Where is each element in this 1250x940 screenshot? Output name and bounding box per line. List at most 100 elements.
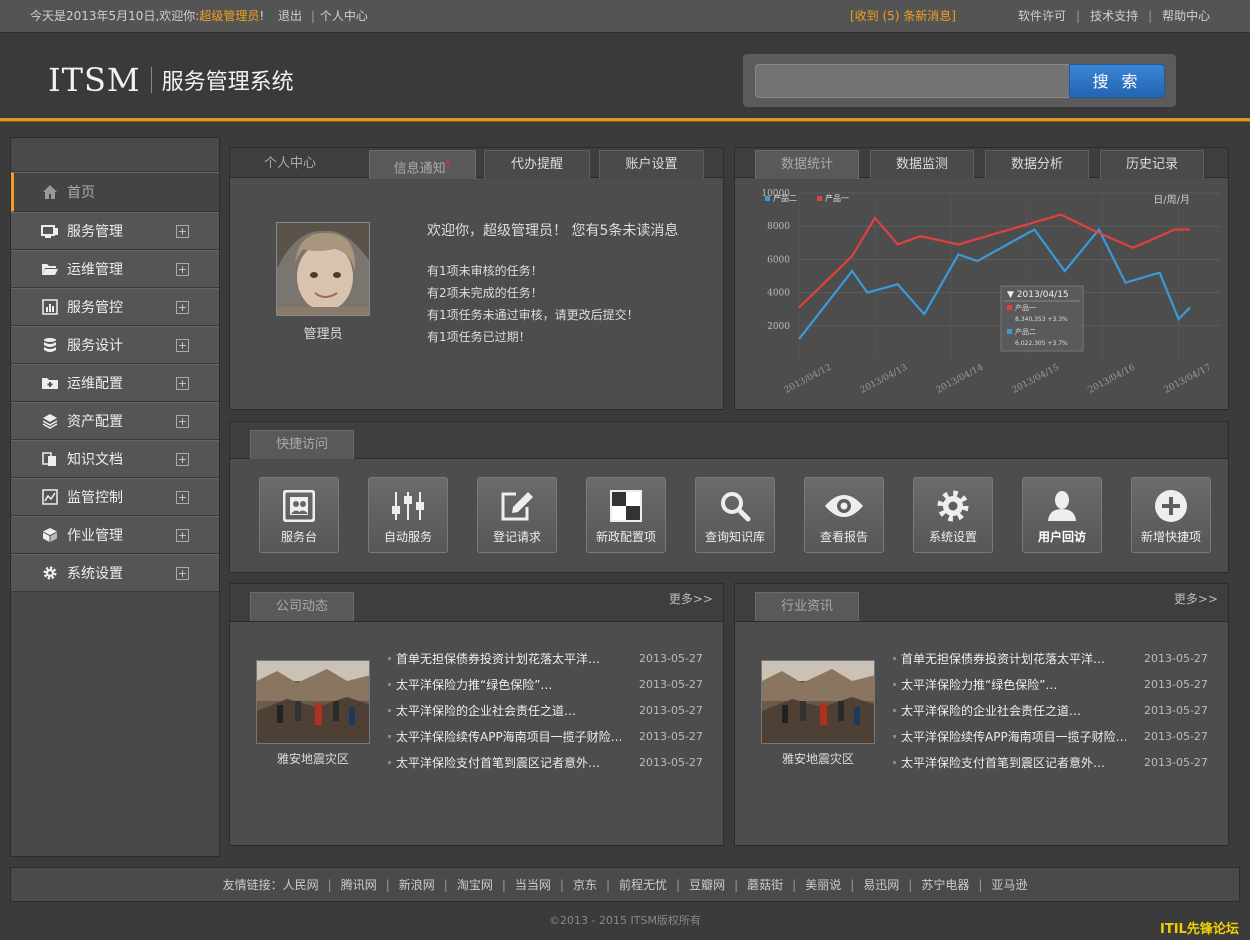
tab-history[interactable]: 历史记录: [1100, 150, 1204, 179]
friend-link[interactable]: 腾讯网: [341, 878, 377, 892]
tab-data-analysis[interactable]: 数据分析: [985, 150, 1089, 179]
quick-new-config-item[interactable]: 新政配置项: [586, 477, 666, 553]
tab-company-news[interactable]: 公司动态: [250, 592, 354, 621]
friend-link[interactable]: 新浪网: [399, 878, 435, 892]
news-item[interactable]: 太平洋保险力推“绿色保险”… 2013-05-27: [893, 672, 1213, 698]
expand-icon[interactable]: +: [176, 263, 189, 276]
tech-support-link[interactable]: 技术支持: [1090, 9, 1138, 23]
expand-icon[interactable]: +: [176, 415, 189, 428]
tab-account-settings[interactable]: 账户设置: [599, 150, 704, 179]
quick-search-knowledge[interactable]: 查询知识库: [695, 477, 775, 553]
sidebar-item-knowledge-docs[interactable]: 知识文档 +: [11, 440, 219, 478]
news-item[interactable]: 太平洋保险的企业社会责任之道… 2013-05-27: [893, 698, 1213, 724]
sidebar-item-service-control[interactable]: 服务管控 +: [11, 288, 219, 326]
search-input[interactable]: [755, 64, 1073, 98]
expand-icon[interactable]: +: [176, 377, 189, 390]
friend-link[interactable]: 前程无忧: [619, 878, 667, 892]
more-link[interactable]: 更多>>: [669, 590, 713, 607]
task-item[interactable]: 有2项未完成的任务！: [427, 282, 639, 304]
news-item[interactable]: 太平洋保险续传APP海南项目一揽子财险… 2013-05-27: [893, 724, 1213, 750]
quick-user-revisit[interactable]: 用户回访: [1022, 477, 1102, 553]
sidebar-item-service-management[interactable]: 服务管理 +: [11, 212, 219, 250]
user-name-link[interactable]: 超级管理员: [199, 9, 259, 23]
friend-link[interactable]: 易迅网: [863, 878, 899, 892]
friend-link[interactable]: 当当网: [515, 878, 551, 892]
news-item[interactable]: 太平洋保险的企业社会责任之道… 2013-05-27: [388, 698, 708, 724]
news-item[interactable]: 首单无担保债券投资计划花落太平洋… 2013-05-27: [388, 646, 708, 672]
period-selector[interactable]: 日/周/月: [1153, 194, 1190, 206]
quick-auto-service[interactable]: 自动服务: [368, 477, 448, 553]
more-link[interactable]: 更多>>: [1174, 590, 1218, 607]
quick-label: 新政配置项: [595, 530, 656, 544]
folder-open-icon: [41, 260, 59, 278]
sidebar-item-ops-config[interactable]: 运维配置 +: [11, 364, 219, 402]
expand-icon[interactable]: +: [176, 567, 189, 580]
search-button[interactable]: 搜 索: [1069, 64, 1165, 98]
help-center-link[interactable]: 帮助中心: [1162, 9, 1210, 23]
friend-link[interactable]: 亚马逊: [991, 878, 1027, 892]
expand-icon[interactable]: +: [176, 453, 189, 466]
personal-center-link[interactable]: 个人中心: [320, 9, 368, 23]
news-image[interactable]: [256, 660, 370, 744]
friend-link[interactable]: 豆瓣网: [689, 878, 725, 892]
sidebar-item-service-design[interactable]: 服务设计 +: [11, 326, 219, 364]
quick-label: 查询知识库: [704, 530, 765, 544]
news-image[interactable]: [761, 660, 875, 744]
personal-tabbar: 个人中心 信息通知5 代办提醒 账户设置: [230, 148, 723, 179]
friend-link[interactable]: 美丽说: [805, 878, 841, 892]
friend-link[interactable]: 人民网: [283, 878, 319, 892]
search-icon: [696, 488, 774, 524]
friend-link[interactable]: 京东: [573, 878, 597, 892]
tab-notifications[interactable]: 信息通知5: [369, 150, 476, 179]
quick-label: 系统设置: [928, 530, 977, 544]
news-date: 2013-05-27: [1144, 678, 1208, 691]
tab-data-stats[interactable]: 数据统计: [755, 150, 859, 179]
news-item[interactable]: 太平洋保险续传APP海南项目一揽子财险… 2013-05-27: [388, 724, 708, 750]
sidebar-item-asset-config[interactable]: 资产配置 +: [11, 402, 219, 440]
tab-personal-center[interactable]: 个人中心: [240, 150, 340, 179]
x-tick-label: 2013/04/17: [1162, 363, 1213, 396]
sidebar-item-supervision[interactable]: 监管控制 +: [11, 478, 219, 516]
task-item[interactable]: 有1项未审核的任务！: [427, 260, 639, 282]
logout-link[interactable]: 退出: [278, 9, 302, 23]
sidebar-item-ops-management[interactable]: 运维管理 +: [11, 250, 219, 288]
quick-view-report[interactable]: 查看报告: [804, 477, 884, 553]
news-item[interactable]: 首单无担保债券投资计划花落太平洋… 2013-05-27: [893, 646, 1213, 672]
tab-data-monitor[interactable]: 数据监测: [870, 150, 974, 179]
divider: |: [385, 878, 390, 892]
task-item[interactable]: 有1项任务未通过审核，请更改后提交！: [427, 304, 639, 326]
news-date: 2013-05-27: [1144, 730, 1208, 743]
sidebar-item-system-settings[interactable]: 系统设置 +: [11, 554, 219, 592]
quick-system-settings[interactable]: 系统设置: [913, 477, 993, 553]
cube-icon: [41, 526, 59, 544]
news-item[interactable]: 太平洋保险力推“绿色保险”… 2013-05-27: [388, 672, 708, 698]
expand-icon[interactable]: +: [176, 491, 189, 504]
software-license-link[interactable]: 软件许可: [1018, 9, 1066, 23]
avatar[interactable]: [276, 222, 370, 316]
tab-todo-reminders[interactable]: 代办提醒: [484, 150, 590, 179]
sidebar-item-home[interactable]: 首页: [11, 172, 219, 212]
sidebar-item-label: 作业管理: [67, 528, 123, 544]
new-messages-link[interactable]: [收到 (5) 条新消息]: [850, 0, 956, 33]
news-item[interactable]: 太平洋保险支付首笔到震区记者意外… 2013-05-27: [893, 750, 1213, 776]
sidebar-item-job-management[interactable]: 作业管理 +: [11, 516, 219, 554]
quick-service-desk[interactable]: 服务台: [259, 477, 339, 553]
task-item[interactable]: 有1项任务已过期！: [427, 326, 639, 348]
expand-icon[interactable]: +: [176, 529, 189, 542]
plus-circle-icon: [1132, 488, 1210, 524]
expand-icon[interactable]: +: [176, 339, 189, 352]
quick-register-request[interactable]: 登记请求: [477, 477, 557, 553]
news-item[interactable]: 太平洋保险支付首笔到震区记者意外… 2013-05-27: [388, 750, 708, 776]
news-title: 首单无担保债券投资计划花落太平洋…: [901, 652, 1106, 666]
divider: |: [908, 878, 913, 892]
friend-link[interactable]: 苏宁电器: [921, 878, 969, 892]
tab-industry-news[interactable]: 行业资讯: [755, 592, 859, 621]
expand-icon[interactable]: +: [176, 225, 189, 238]
quick-add-shortcut[interactable]: 新增快捷项: [1131, 477, 1211, 553]
news-date: 2013-05-27: [639, 678, 703, 691]
friend-link[interactable]: 蘑菇街: [747, 878, 783, 892]
friend-link[interactable]: 淘宝网: [457, 878, 493, 892]
expand-icon[interactable]: +: [176, 301, 189, 314]
layers-icon: [41, 412, 59, 430]
tab-quick-access[interactable]: 快捷访问: [250, 430, 354, 459]
